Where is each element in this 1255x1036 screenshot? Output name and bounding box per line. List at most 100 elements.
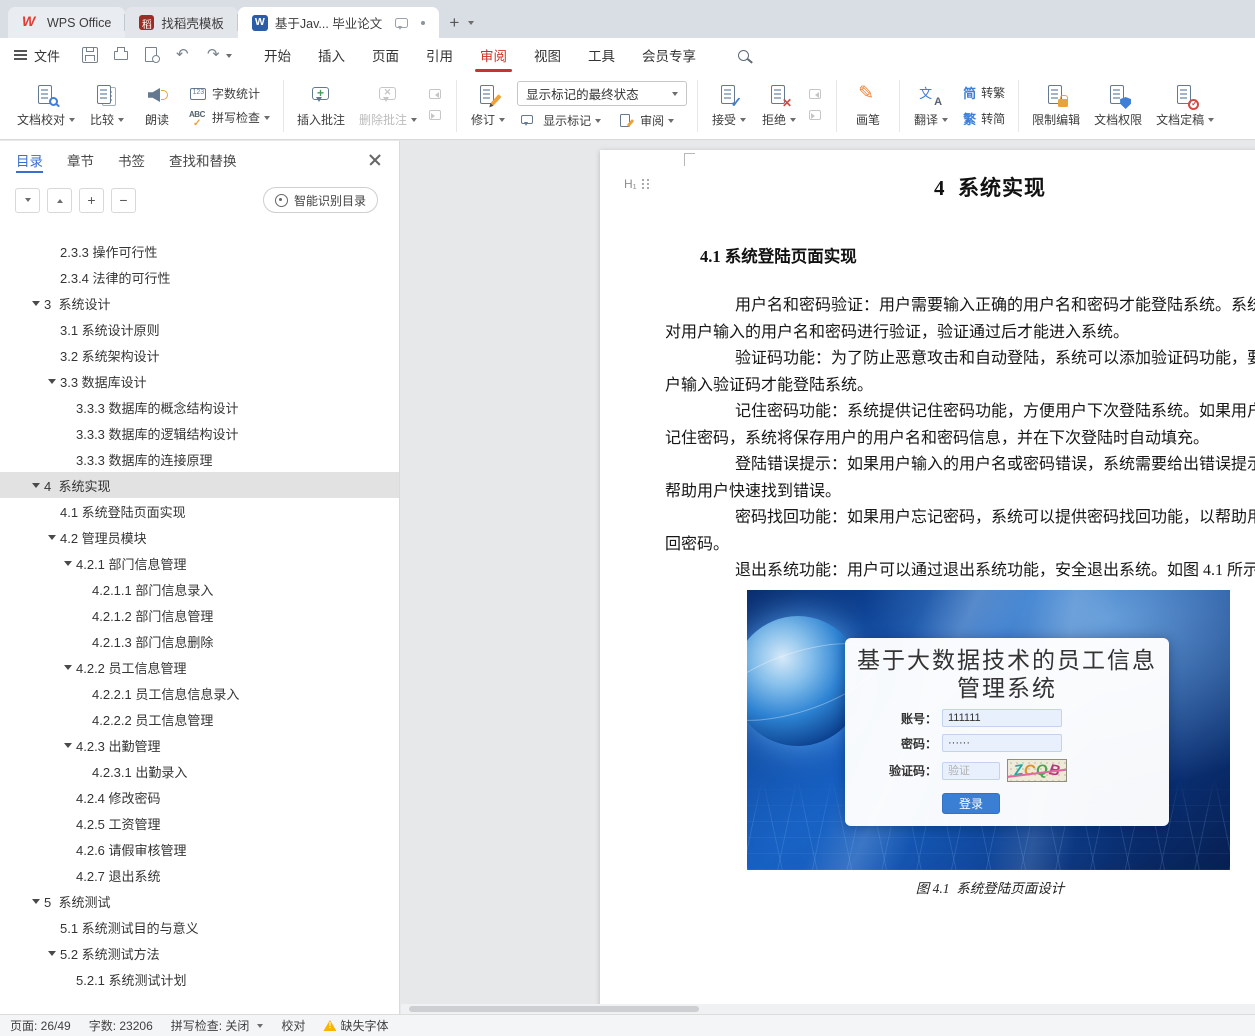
proofread-indicator[interactable]: 校对 xyxy=(281,1017,305,1034)
tab-wps-home[interactable]: WPS Office xyxy=(8,7,125,38)
menu-tab-审阅[interactable]: 审阅 xyxy=(480,38,507,72)
missing-font-warning[interactable]: 缺失字体 xyxy=(323,1017,388,1034)
chevron-down-icon[interactable] xyxy=(468,21,474,28)
expand-arrow-icon[interactable] xyxy=(60,557,76,570)
toc-item[interactable]: 4.2.1.2 部门信息管理 xyxy=(0,602,399,628)
close-icon[interactable] xyxy=(369,153,383,167)
toc-item[interactable]: 4.1 系统登陆页面实现 xyxy=(0,498,399,524)
toc-item[interactable]: 3.2 系统架构设计 xyxy=(0,342,399,368)
expand-arrow-icon[interactable] xyxy=(44,375,60,388)
toc-item[interactable]: 4.2.2 员工信息管理 xyxy=(0,654,399,680)
word-count-button[interactable]: 字数统计 xyxy=(186,84,273,103)
word-count-indicator[interactable]: 字数: 23206 xyxy=(89,1017,153,1034)
toc-item[interactable]: 4.2.4 修改密码 xyxy=(0,784,399,810)
toc-item[interactable]: 4.2.3 出勤管理 xyxy=(0,732,399,758)
menu-tab-视图[interactable]: 视图 xyxy=(534,38,561,72)
menu-tab-页面[interactable]: 页面 xyxy=(372,38,399,72)
toc-item[interactable]: 3.3.3 数据库的概念结构设计 xyxy=(0,394,399,420)
account-input[interactable] xyxy=(942,709,1062,727)
expand-arrow-icon[interactable] xyxy=(44,947,60,960)
save-icon[interactable] xyxy=(82,47,98,63)
smart-toc-button[interactable]: 智能识别目录 xyxy=(263,187,378,213)
track-changes-button[interactable]: 修订 xyxy=(463,76,513,136)
redo-group[interactable] xyxy=(206,47,232,63)
accept-change-button[interactable]: 接受 xyxy=(704,76,754,136)
toc-item[interactable]: 4.2.7 退出系统 xyxy=(0,862,399,888)
menu-tab-开始[interactable]: 开始 xyxy=(264,38,291,72)
read-aloud-button[interactable]: 朗读 xyxy=(132,76,182,136)
expand-arrow-icon[interactable] xyxy=(44,531,60,544)
delete-comment-button[interactable]: 删除批注 xyxy=(352,76,424,136)
show-markup-button[interactable]: 显示标记 xyxy=(517,111,604,130)
expand-arrow-icon[interactable] xyxy=(60,661,76,674)
markup-state-dropdown[interactable]: 显示标记的最终状态 xyxy=(517,81,687,106)
toc-item[interactable]: 4.2.1.3 部门信息删除 xyxy=(0,628,399,654)
menu-tab-会员专享[interactable]: 会员专享 xyxy=(642,38,696,72)
restrict-editing-button[interactable]: 限制编辑 xyxy=(1025,76,1087,136)
print-icon[interactable] xyxy=(113,47,129,63)
review-pane-button[interactable]: 审阅 xyxy=(614,111,677,130)
toc-item[interactable]: 4.2 管理员模块 xyxy=(0,524,399,550)
ink-brush-button[interactable]: 画笔 xyxy=(843,76,893,136)
toc-item[interactable]: 3.1 系统设计原则 xyxy=(0,316,399,342)
next-change-icon[interactable] xyxy=(808,108,826,124)
captcha-input[interactable] xyxy=(942,762,1000,780)
print-preview-icon[interactable] xyxy=(144,47,160,63)
plus-icon[interactable]: + xyxy=(449,14,459,31)
captcha-image[interactable]: ZCQB xyxy=(1007,759,1067,782)
menu-tab-引用[interactable]: 引用 xyxy=(426,38,453,72)
sidebar-tab-目录[interactable]: 目录 xyxy=(16,141,43,179)
doc-finalize-button[interactable]: 文档定稿 xyxy=(1149,76,1221,136)
login-button[interactable]: 登录 xyxy=(942,793,1000,814)
toc-item[interactable]: 4 系统实现 xyxy=(0,472,399,498)
sidebar-tab-章节[interactable]: 章节 xyxy=(67,141,94,179)
sidebar-tab-查找和替换[interactable]: 查找和替换 xyxy=(169,141,237,179)
redo-icon[interactable] xyxy=(206,47,222,63)
spellcheck-indicator[interactable]: 拼写检查: 关闭 xyxy=(171,1017,264,1034)
menu-tab-工具[interactable]: 工具 xyxy=(588,38,615,72)
toc-item[interactable]: 3.3.3 数据库的逻辑结构设计 xyxy=(0,420,399,446)
reject-change-button[interactable]: 拒绝 xyxy=(754,76,804,136)
toc-item[interactable]: 5.1 系统测试目的与意义 xyxy=(0,914,399,940)
toc-item[interactable]: 4.2.3.1 出勤录入 xyxy=(0,758,399,784)
expand-arrow-icon[interactable] xyxy=(28,297,44,310)
doc-permission-button[interactable]: 文档权限 xyxy=(1087,76,1149,136)
translate-button[interactable]: 翻译 xyxy=(906,76,956,136)
compare-button[interactable]: 比较 xyxy=(82,76,132,136)
new-tab-button[interactable]: + xyxy=(449,14,474,31)
undo-icon[interactable] xyxy=(175,47,191,63)
document-page[interactable]: H₁ 4 系统实现 4.1 系统登陆页面实现 用户名和密码验证：用户需要输入正确… xyxy=(600,150,1255,1014)
toc-item[interactable]: 5.2 系统测试方法 xyxy=(0,940,399,966)
toc-item[interactable]: 3.3 数据库设计 xyxy=(0,368,399,394)
spell-check-button[interactable]: 拼写检查 xyxy=(186,108,273,127)
horizontal-scrollbar[interactable] xyxy=(401,1004,1255,1014)
collapse-all-button[interactable] xyxy=(47,188,72,213)
insert-comment-button[interactable]: 插入批注 xyxy=(290,76,352,136)
expand-all-button[interactable] xyxy=(15,188,40,213)
toc-item[interactable]: 4.2.1 部门信息管理 xyxy=(0,550,399,576)
scrollbar-thumb[interactable] xyxy=(409,1006,699,1012)
expand-arrow-icon[interactable] xyxy=(28,479,44,492)
page-indicator[interactable]: 页面: 26/49 xyxy=(10,1017,71,1034)
toc-item[interactable]: 5.2.1 系统测试计划 xyxy=(0,966,399,992)
toc-item[interactable]: 4.2.5 工资管理 xyxy=(0,810,399,836)
tab-document[interactable]: 基于Jav... 毕业论文 xyxy=(238,7,439,38)
traditional-to-simplified-button[interactable]: 繁 转简 xyxy=(960,108,1008,129)
comment-bubble-icon[interactable] xyxy=(395,18,408,28)
chevron-down-icon[interactable] xyxy=(226,54,232,61)
doc-proofread-button[interactable]: 文档校对 xyxy=(10,76,82,136)
toc-item[interactable]: 2.3.4 法律的可行性 xyxy=(0,264,399,290)
toc-item[interactable]: 4.2.2.2 员工信息管理 xyxy=(0,706,399,732)
sidebar-tab-书签[interactable]: 书签 xyxy=(118,141,145,179)
tab-docer-templates[interactable]: 找稻壳模板 xyxy=(125,7,238,38)
toc-item[interactable]: 2.3.3 操作可行性 xyxy=(0,238,399,264)
toc-item[interactable]: 3.3.3 数据库的连接原理 xyxy=(0,446,399,472)
toc-item[interactable]: 4.2.1.1 部门信息录入 xyxy=(0,576,399,602)
toc-item[interactable]: 3 系统设计 xyxy=(0,290,399,316)
zoom-in-outline-button[interactable]: + xyxy=(79,188,104,213)
password-input[interactable] xyxy=(942,734,1062,752)
expand-arrow-icon[interactable] xyxy=(28,895,44,908)
file-menu-button[interactable]: 文件 xyxy=(14,46,60,65)
previous-change-icon[interactable] xyxy=(808,87,826,103)
zoom-out-outline-button[interactable]: − xyxy=(111,188,136,213)
